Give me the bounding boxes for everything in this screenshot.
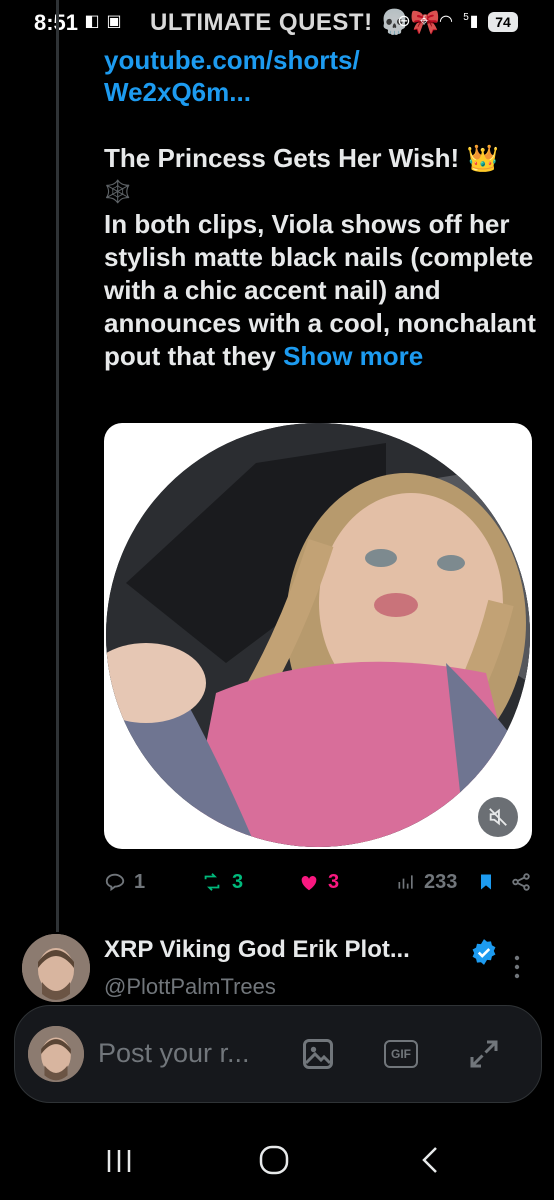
- muted-speaker-icon: [489, 808, 507, 826]
- thread-line: [56, 0, 59, 932]
- views-count: 233: [424, 870, 458, 893]
- views-action[interactable]: 233: [396, 868, 457, 896]
- tweet-video[interactable]: [104, 423, 532, 849]
- gif-label: GIF: [391, 1047, 411, 1061]
- reply-input[interactable]: Post your r...: [98, 1038, 250, 1069]
- more-options-icon[interactable]: [510, 952, 524, 987]
- signal-icon: ▮: [469, 13, 479, 30]
- reply-author-handle: @PlottPalmTrees: [104, 974, 276, 999]
- back-icon[interactable]: [416, 1144, 446, 1181]
- reply-count: 1: [134, 870, 146, 893]
- tweet-title-line: The Princess Gets Her Wish! 👑: [104, 143, 499, 173]
- expand-icon[interactable]: [466, 1036, 502, 1077]
- home-icon[interactable]: [258, 1144, 290, 1181]
- tweet-link[interactable]: youtube.com/shorts/ We2xQ6m...: [104, 44, 504, 108]
- app-notification-icon: ◧: [84, 13, 100, 30]
- my-avatar: [28, 1026, 84, 1082]
- reply-author-name[interactable]: XRP Viking God Erik Plot...: [104, 936, 410, 964]
- like-count: 3: [328, 870, 340, 893]
- reply-author-avatar[interactable]: [22, 934, 90, 1002]
- mute-button[interactable]: [478, 797, 518, 837]
- gif-button[interactable]: GIF: [384, 1040, 418, 1068]
- reply-compose-bar: [14, 1005, 542, 1103]
- reply-action[interactable]: 1: [104, 868, 145, 896]
- dnd-icon: ⊖: [397, 13, 411, 30]
- retweet-action[interactable]: 3: [200, 868, 243, 896]
- battery-indicator: 74: [488, 12, 518, 32]
- system-nav-bar: [0, 1120, 554, 1200]
- like-action[interactable]: 3: [298, 868, 339, 896]
- status-bar: 8:51 ◧ ▣ ULTIMATE QUEST! 💀🎀 ⊖ ⌖ ◠ 5 ▮ 74: [0, 0, 554, 44]
- recent-apps-icon[interactable]: [104, 1146, 134, 1181]
- retweet-icon: [204, 873, 220, 891]
- retweet-count: 3: [232, 870, 244, 893]
- wifi-icon: ◠: [439, 13, 453, 30]
- share-icon: [512, 873, 530, 891]
- bookmark-filled-icon: [481, 874, 491, 890]
- gallery-notification-icon: ▣: [106, 13, 122, 30]
- tweet-body: The Princess Gets Her Wish! 👑 🕸️ In both…: [104, 142, 536, 373]
- video-thumbnail: [106, 423, 530, 847]
- tweet-emoji-line: 🕸️: [104, 179, 132, 204]
- reply-icon: [105, 873, 125, 892]
- views-chart-icon: [398, 875, 413, 889]
- show-more-link[interactable]: Show more: [283, 341, 423, 371]
- location-icon: ⌖: [419, 13, 429, 30]
- image-icon[interactable]: [300, 1036, 336, 1077]
- share-button[interactable]: [510, 868, 540, 896]
- bookmark-button[interactable]: [476, 868, 504, 896]
- verified-badge-icon: [470, 938, 498, 971]
- heart-filled-icon: [301, 876, 317, 891]
